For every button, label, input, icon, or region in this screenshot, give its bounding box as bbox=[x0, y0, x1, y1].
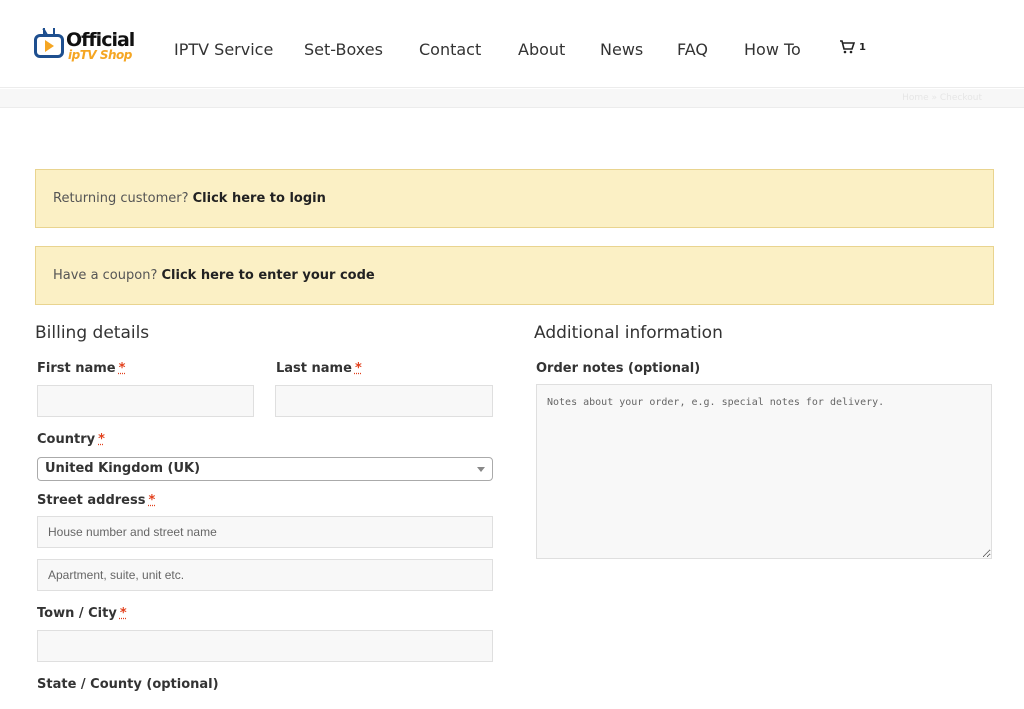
login-notice-text: Returning customer? bbox=[53, 191, 189, 206]
nav-set-boxes[interactable]: Set-Boxes bbox=[304, 39, 383, 61]
logo-line1: Official bbox=[66, 29, 135, 51]
nav-news[interactable]: News bbox=[600, 39, 643, 61]
required-mark: * bbox=[354, 361, 362, 376]
apartment-input[interactable] bbox=[37, 559, 493, 591]
state-county-label: State / County (optional) bbox=[37, 677, 219, 692]
cart-count: 1 bbox=[859, 41, 866, 53]
country-select[interactable]: United Kingdom (UK) bbox=[37, 457, 493, 481]
country-label-text: Country bbox=[37, 432, 96, 447]
coupon-notice-text: Have a coupon? bbox=[53, 268, 158, 283]
street-address-label-text: Street address bbox=[37, 493, 146, 508]
site-logo[interactable]: Official ipTV Shop bbox=[34, 28, 144, 68]
tv-logo-icon bbox=[34, 34, 64, 58]
login-link[interactable]: Click here to login bbox=[193, 191, 326, 206]
cart-icon bbox=[840, 40, 855, 54]
additional-heading: Additional information bbox=[534, 323, 723, 343]
logo-line2: ipTV Shop bbox=[68, 48, 132, 62]
site-header: Official ipTV Shop IPTV Service Set-Boxe… bbox=[0, 0, 1024, 88]
nav-contact[interactable]: Contact bbox=[419, 39, 481, 61]
required-mark: * bbox=[148, 493, 156, 508]
last-name-label: Last name * bbox=[276, 361, 362, 376]
order-notes-textarea[interactable] bbox=[536, 384, 992, 559]
chevron-down-icon bbox=[477, 467, 485, 472]
order-notes-label: Order notes (optional) bbox=[536, 361, 701, 376]
breadcrumb: Home » Checkout bbox=[902, 93, 982, 103]
nav-faq[interactable]: FAQ bbox=[677, 39, 708, 61]
street-address-input[interactable] bbox=[37, 516, 493, 548]
last-name-input[interactable] bbox=[275, 385, 493, 417]
coupon-notice: Have a coupon? Click here to enter your … bbox=[35, 246, 994, 305]
street-address-label: Street address * bbox=[37, 493, 155, 508]
nav-how-to[interactable]: How To bbox=[744, 39, 801, 61]
login-notice: Returning customer? Click here to login bbox=[35, 169, 994, 228]
coupon-link[interactable]: Click here to enter your code bbox=[162, 268, 375, 283]
cart-link[interactable]: 1 bbox=[839, 40, 866, 54]
breadcrumb-bar: Home » Checkout bbox=[0, 89, 1024, 108]
country-select-value: United Kingdom (UK) bbox=[45, 461, 201, 476]
required-mark: * bbox=[98, 432, 105, 447]
billing-heading: Billing details bbox=[35, 323, 150, 343]
first-name-label: First name * bbox=[37, 361, 125, 376]
required-mark: * bbox=[118, 361, 126, 376]
town-city-label: Town / City * bbox=[37, 606, 127, 621]
last-name-label-text: Last name bbox=[276, 361, 352, 376]
town-city-label-text: Town / City bbox=[37, 606, 117, 621]
town-city-input[interactable] bbox=[37, 630, 493, 662]
first-name-label-text: First name bbox=[37, 361, 116, 376]
country-label: Country * bbox=[37, 432, 105, 447]
nav-about[interactable]: About bbox=[518, 39, 565, 61]
required-mark: * bbox=[119, 606, 127, 621]
nav-iptv-service[interactable]: IPTV Service bbox=[174, 39, 273, 61]
first-name-input[interactable] bbox=[37, 385, 254, 417]
